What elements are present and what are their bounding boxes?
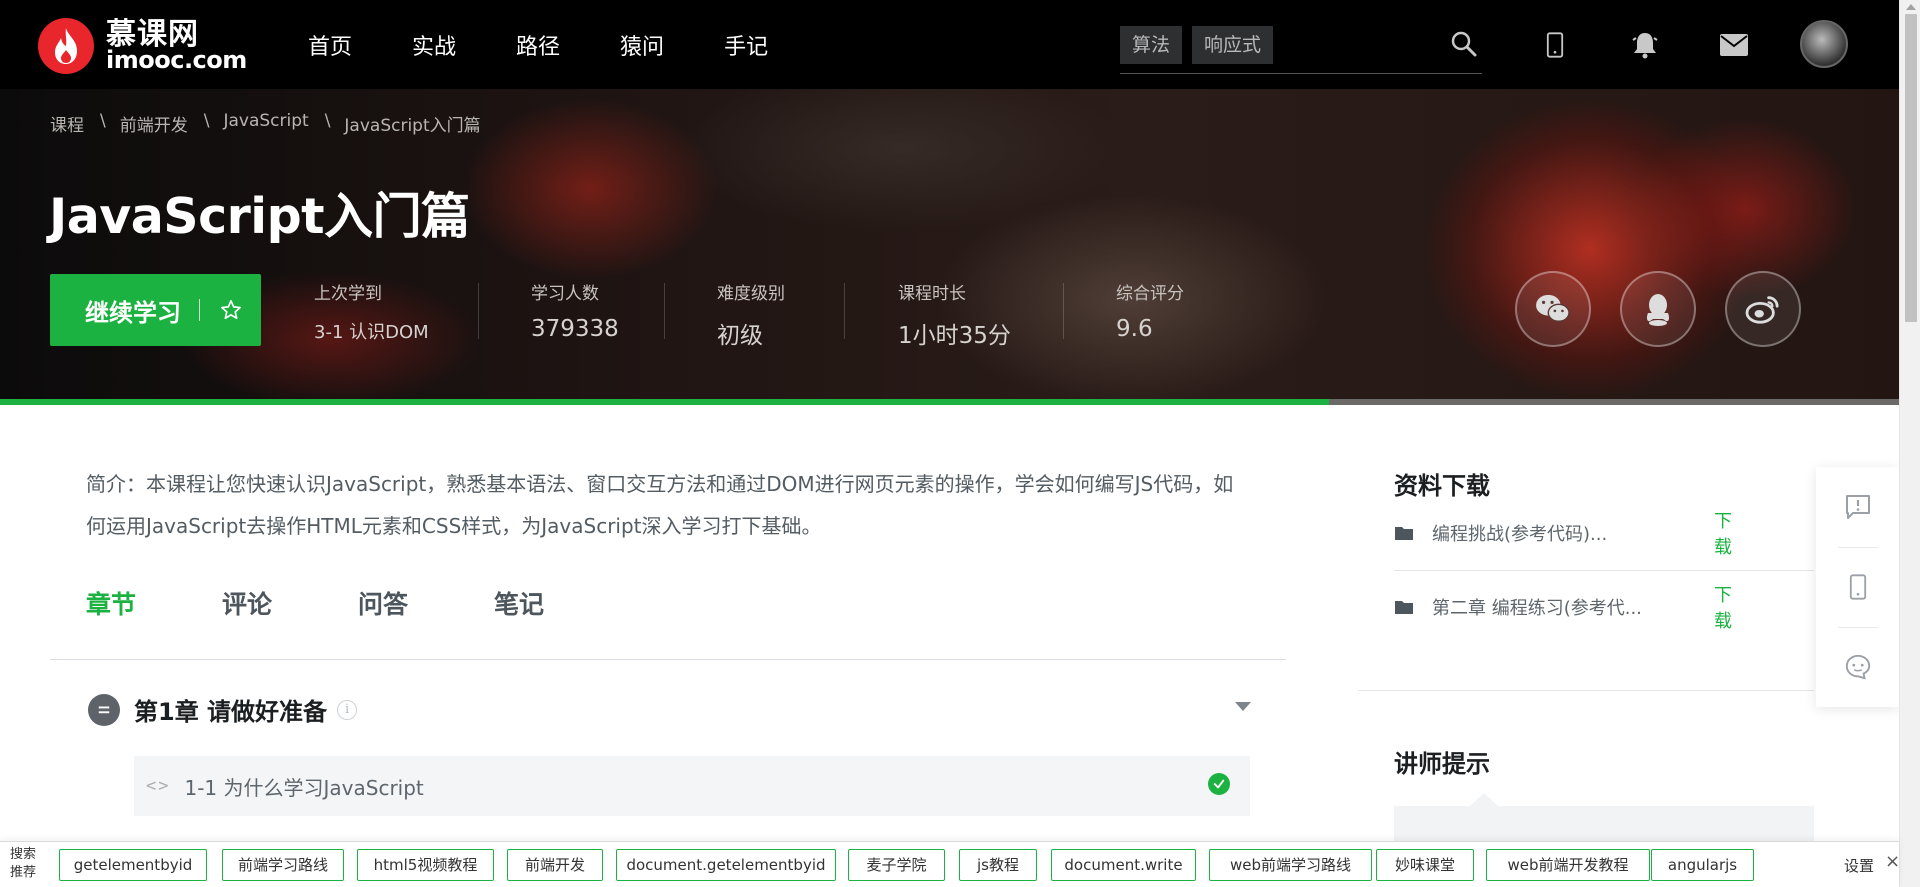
star-icon[interactable]: [220, 299, 242, 321]
mobile-icon[interactable]: [1538, 28, 1572, 62]
recommend-tag[interactable]: 麦子学院: [848, 849, 945, 881]
nav-path[interactable]: 路径: [516, 29, 560, 61]
stat-difficulty: 难度级别 初级: [717, 284, 785, 349]
chapter-header[interactable]: 第1章 请做好准备 i: [88, 692, 1251, 727]
weibo-icon: [1745, 296, 1779, 324]
search-recommend-bar: 搜索推荐 getelementbyid 前端学习路线 html5视频教程 前端开…: [0, 841, 1900, 887]
recommend-tag[interactable]: web前端学习路线: [1209, 849, 1372, 881]
tab-questions[interactable]: 问答: [358, 585, 408, 621]
recommend-tag[interactable]: html5视频教程: [357, 849, 494, 881]
course-tabs: 章节 评论 问答 笔记: [86, 585, 630, 621]
code-icon: <>: [146, 776, 171, 796]
recommend-tag[interactable]: 妙味课堂: [1376, 849, 1474, 881]
stat-duration: 课程时长 1小时35分: [898, 284, 1011, 349]
resource-name: 第二章 编程练习(参考代...: [1432, 598, 1642, 619]
chevron-down-icon[interactable]: [1235, 702, 1251, 711]
bell-icon[interactable]: [1628, 28, 1662, 62]
recommend-tag[interactable]: 前端学习路线: [222, 849, 344, 881]
mail-icon[interactable]: [1717, 28, 1751, 62]
continue-learning-button[interactable]: 继续学习: [50, 274, 261, 346]
search-hot-tag[interactable]: 算法: [1120, 26, 1183, 64]
search-hot-tag[interactable]: 响应式: [1192, 26, 1274, 64]
teacher-tips-box: [1394, 806, 1814, 846]
course-hero: 课程 \ 前端开发 \ JavaScript \ JavaScript入门篇 J…: [0, 89, 1899, 405]
tab-notes[interactable]: 笔记: [494, 585, 544, 621]
course-progress-fill: [0, 399, 1330, 405]
course-intro: 简介：本课程让您快速认识JavaScript，熟悉基本语法、窗口交互方法和通过D…: [86, 472, 1234, 538]
resource-item: 第二章 编程练习(参考代... 下载: [1394, 570, 1744, 644]
recommend-tag[interactable]: web前端开发教程: [1486, 849, 1650, 881]
recommend-tag[interactable]: document.getelementbyid: [616, 849, 836, 881]
course-progress-bar: [0, 399, 1899, 405]
share-wechat-button[interactable]: [1515, 271, 1591, 347]
app-download-button[interactable]: [1816, 547, 1899, 627]
recommend-tag[interactable]: document.write: [1051, 849, 1196, 881]
flame-logo-icon: [38, 18, 94, 74]
tab-chapters[interactable]: 章节: [86, 585, 136, 621]
share-weibo-button[interactable]: [1725, 271, 1801, 347]
close-icon[interactable]: ×: [1885, 851, 1900, 872]
recommend-tag[interactable]: getelementbyid: [59, 849, 207, 881]
site-logo[interactable]: 慕课网 imooc.com: [38, 18, 247, 74]
resource-item: 编程挑战(参考代码)... 下载: [1394, 496, 1744, 570]
wechat-icon: [1536, 294, 1570, 322]
breadcrumb-item[interactable]: JavaScript: [223, 111, 308, 136]
feedback-button[interactable]: [1816, 467, 1899, 547]
nav-home[interactable]: 首页: [308, 29, 352, 61]
continue-label: 继续学习: [85, 298, 181, 327]
chat-icon: [1845, 654, 1870, 680]
logo-text-en: imooc.com: [106, 46, 247, 74]
lesson-title: 1-1 为什么学习JavaScript: [184, 775, 424, 800]
share-qq-button[interactable]: [1620, 271, 1696, 347]
download-link[interactable]: 下载: [1714, 581, 1744, 633]
customer-service-button[interactable]: [1816, 627, 1899, 707]
breadcrumb-item[interactable]: 前端开发: [120, 111, 188, 136]
qq-icon: [1646, 294, 1670, 326]
breadcrumb-item[interactable]: 课程: [50, 111, 84, 136]
stat-last-learned: 上次学到 3-1 认识DOM: [314, 284, 429, 343]
top-nav: 慕课网 imooc.com 首页 实战 路径 猿问 手记 算法 响应式: [0, 0, 1899, 89]
resource-name: 编程挑战(参考代码)...: [1432, 524, 1608, 545]
scroll-thumb[interactable]: [1905, 14, 1917, 322]
recommend-tag[interactable]: 前端开发: [507, 849, 603, 881]
recommend-tag[interactable]: js教程: [959, 849, 1037, 881]
user-avatar[interactable]: [1800, 20, 1848, 68]
page-scrollbar[interactable]: [1899, 0, 1920, 887]
recommend-settings-button[interactable]: 设置: [1844, 855, 1874, 876]
nav-qa[interactable]: 猿问: [620, 29, 664, 61]
nav-practice[interactable]: 实战: [412, 29, 456, 61]
breadcrumb-item-current: JavaScript入门篇: [344, 116, 481, 136]
download-link[interactable]: 下载: [1714, 507, 1744, 559]
folder-icon: [1395, 527, 1413, 540]
chapter-list-icon: [88, 693, 120, 726]
stat-rating: 综合评分 9.6: [1116, 284, 1184, 342]
lesson-item[interactable]: <> 1-1 为什么学习JavaScript: [134, 756, 1250, 816]
feedback-icon: [1845, 495, 1870, 519]
teacher-tips-title: 讲师提示: [1394, 750, 1490, 778]
folder-icon: [1395, 601, 1413, 614]
stat-learners: 学习人数 379338: [531, 284, 619, 342]
page-title: JavaScript入门篇: [49, 188, 470, 245]
search-recommend-label: 搜索推荐: [10, 847, 37, 880]
search-icon[interactable]: [1450, 30, 1478, 58]
nav-notes[interactable]: 手记: [724, 29, 768, 61]
main-nav: 首页 实战 路径 猿问 手记: [308, 0, 828, 89]
breadcrumb: 课程 \ 前端开发 \ JavaScript \ JavaScript入门篇: [50, 111, 481, 136]
search-input[interactable]: 算法 响应式: [1120, 26, 1482, 74]
tab-comments[interactable]: 评论: [222, 585, 272, 621]
info-icon[interactable]: i: [337, 699, 358, 720]
recommend-tag[interactable]: angularjs: [1651, 849, 1754, 881]
tabs-divider: [50, 659, 1286, 660]
scroll-up-arrow[interactable]: [1906, 4, 1916, 10]
side-toolbar: [1816, 467, 1899, 707]
mobile-icon: [1849, 574, 1866, 600]
chapter-title: 第1章 请做好准备: [134, 698, 328, 726]
check-icon: [1208, 773, 1230, 795]
